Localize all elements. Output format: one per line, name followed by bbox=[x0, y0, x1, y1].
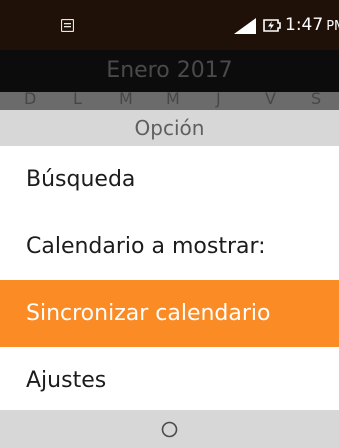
status-time: 1:47PM bbox=[285, 15, 339, 35]
sim-card-icon bbox=[61, 19, 74, 32]
weekday-label: L bbox=[73, 92, 82, 108]
status-bar: 1:47PM bbox=[0, 0, 339, 50]
weekday-label: J bbox=[216, 92, 221, 108]
options-menu-title: Opción bbox=[0, 110, 339, 146]
menu-item-calendario-a-mostrar[interactable]: Calendario a mostrar: bbox=[0, 213, 339, 280]
menu-item-ajustes[interactable]: Ajustes bbox=[0, 347, 339, 414]
softkey-bar bbox=[0, 410, 339, 448]
calendar-weekday-row: D L M M J V S bbox=[0, 92, 339, 110]
weekday-label: M bbox=[166, 92, 180, 108]
weekday-label: S bbox=[311, 92, 322, 108]
menu-item-busqueda[interactable]: Búsqueda bbox=[0, 146, 339, 213]
weekday-label: M bbox=[119, 92, 133, 108]
circle-select-icon[interactable] bbox=[161, 421, 178, 438]
weekday-label: V bbox=[265, 92, 276, 108]
menu-item-sincronizar-calendario[interactable]: Sincronizar calendario bbox=[0, 280, 339, 347]
weekday-label: D bbox=[24, 92, 37, 108]
battery-charging-icon bbox=[263, 19, 281, 32]
time-value: 1:47 bbox=[285, 15, 324, 35]
time-ampm: PM bbox=[326, 19, 339, 34]
calendar-month-title: Enero 2017 bbox=[0, 50, 339, 92]
signal-icon bbox=[234, 18, 256, 34]
